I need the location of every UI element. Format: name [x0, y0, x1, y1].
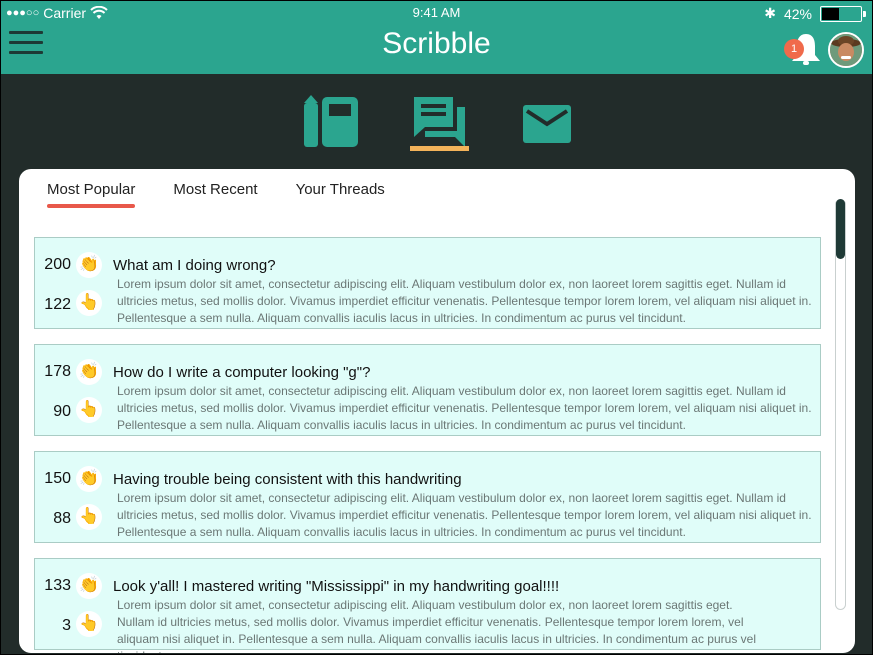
battery-percent: 42% — [783, 5, 812, 22]
clap-icon[interactable]: 👏 — [76, 466, 102, 492]
bluetooth-icon: ✱ — [764, 5, 776, 21]
thread-card[interactable]: 150 👏 88 👆 Having trouble being consiste… — [34, 451, 821, 543]
thread-tabs: Most Popular Most Recent Your Threads — [47, 181, 385, 208]
thread-title: What am I doing wrong? — [113, 257, 276, 274]
clap-count: 133 — [44, 577, 71, 594]
point-up-icon[interactable]: 👆 — [76, 611, 102, 637]
thread-body: Lorem ipsum dolor sit amet, consectetur … — [117, 598, 756, 653]
chat-threads-icon — [414, 97, 465, 147]
thread-title: Having trouble being consistent with thi… — [113, 471, 462, 488]
scrollbar-thumb[interactable] — [836, 199, 845, 259]
tab-your-threads[interactable]: Your Threads — [296, 181, 385, 208]
clap-icon[interactable]: 👏 — [76, 359, 102, 385]
header: ●●●○○ Carrier 9:41 AM ✱ 42% Scribble 1 — [1, 1, 872, 74]
point-count: 88 — [53, 510, 71, 527]
battery-icon — [820, 5, 866, 22]
status-bar: ●●●○○ Carrier 9:41 AM ✱ 42% — [1, 1, 872, 25]
status-right: ✱ 42% — [764, 5, 866, 22]
avatar[interactable] — [828, 32, 864, 68]
point-count: 90 — [53, 403, 71, 420]
notebook-mode-button[interactable] — [302, 93, 362, 153]
thread-body: Lorem ipsum dolor sit amet, consectetur … — [117, 277, 812, 325]
point-up-icon[interactable]: 👆 — [76, 504, 102, 530]
threads-mode-button[interactable] — [409, 93, 469, 153]
point-up-icon[interactable]: 👆 — [76, 397, 102, 423]
app-frame: ●●●○○ Carrier 9:41 AM ✱ 42% Scribble 1 M… — [1, 1, 872, 654]
point-count: 122 — [44, 296, 71, 313]
mail-icon — [523, 105, 571, 143]
threads-panel: Most Popular Most Recent Your Threads 20… — [19, 169, 855, 653]
tab-most-popular[interactable]: Most Popular — [47, 181, 136, 208]
notebook-icon — [304, 95, 358, 147]
scrollbar-track[interactable] — [835, 199, 846, 610]
thread-card[interactable]: 178 👏 90 👆 How do I write a computer loo… — [34, 344, 821, 436]
clap-count: 178 — [44, 363, 71, 380]
clap-count: 200 — [44, 256, 71, 273]
mode-switcher — [1, 85, 872, 165]
app-title: Scribble — [382, 27, 491, 60]
point-count: 3 — [62, 617, 71, 634]
point-up-icon[interactable]: 👆 — [76, 290, 102, 316]
active-mode-indicator — [410, 146, 469, 151]
clap-icon[interactable]: 👏 — [76, 573, 102, 599]
clap-icon[interactable]: 👏 — [76, 252, 102, 278]
thread-body: Lorem ipsum dolor sit amet, consectetur … — [117, 491, 812, 539]
status-time: 9:41 AM — [412, 5, 461, 20]
thread-list: 200 👏 122 👆 What am I doing wrong? Lorem… — [34, 237, 821, 653]
notifications-button[interactable]: 1 — [784, 31, 826, 67]
notification-badge: 1 — [784, 39, 804, 59]
mail-mode-button[interactable] — [517, 93, 577, 153]
thread-title: How do I write a computer looking "g"? — [113, 364, 371, 381]
tab-most-recent[interactable]: Most Recent — [173, 181, 257, 208]
thread-card[interactable]: 133 👏 3 👆 Look y'all! I mastered writing… — [34, 558, 821, 653]
thread-body: Lorem ipsum dolor sit amet, consectetur … — [117, 384, 812, 432]
clap-count: 150 — [44, 470, 71, 487]
thread-title: Look y'all! I mastered writing "Mississi… — [113, 578, 560, 595]
thread-card[interactable]: 200 👏 122 👆 What am I doing wrong? Lorem… — [34, 237, 821, 329]
